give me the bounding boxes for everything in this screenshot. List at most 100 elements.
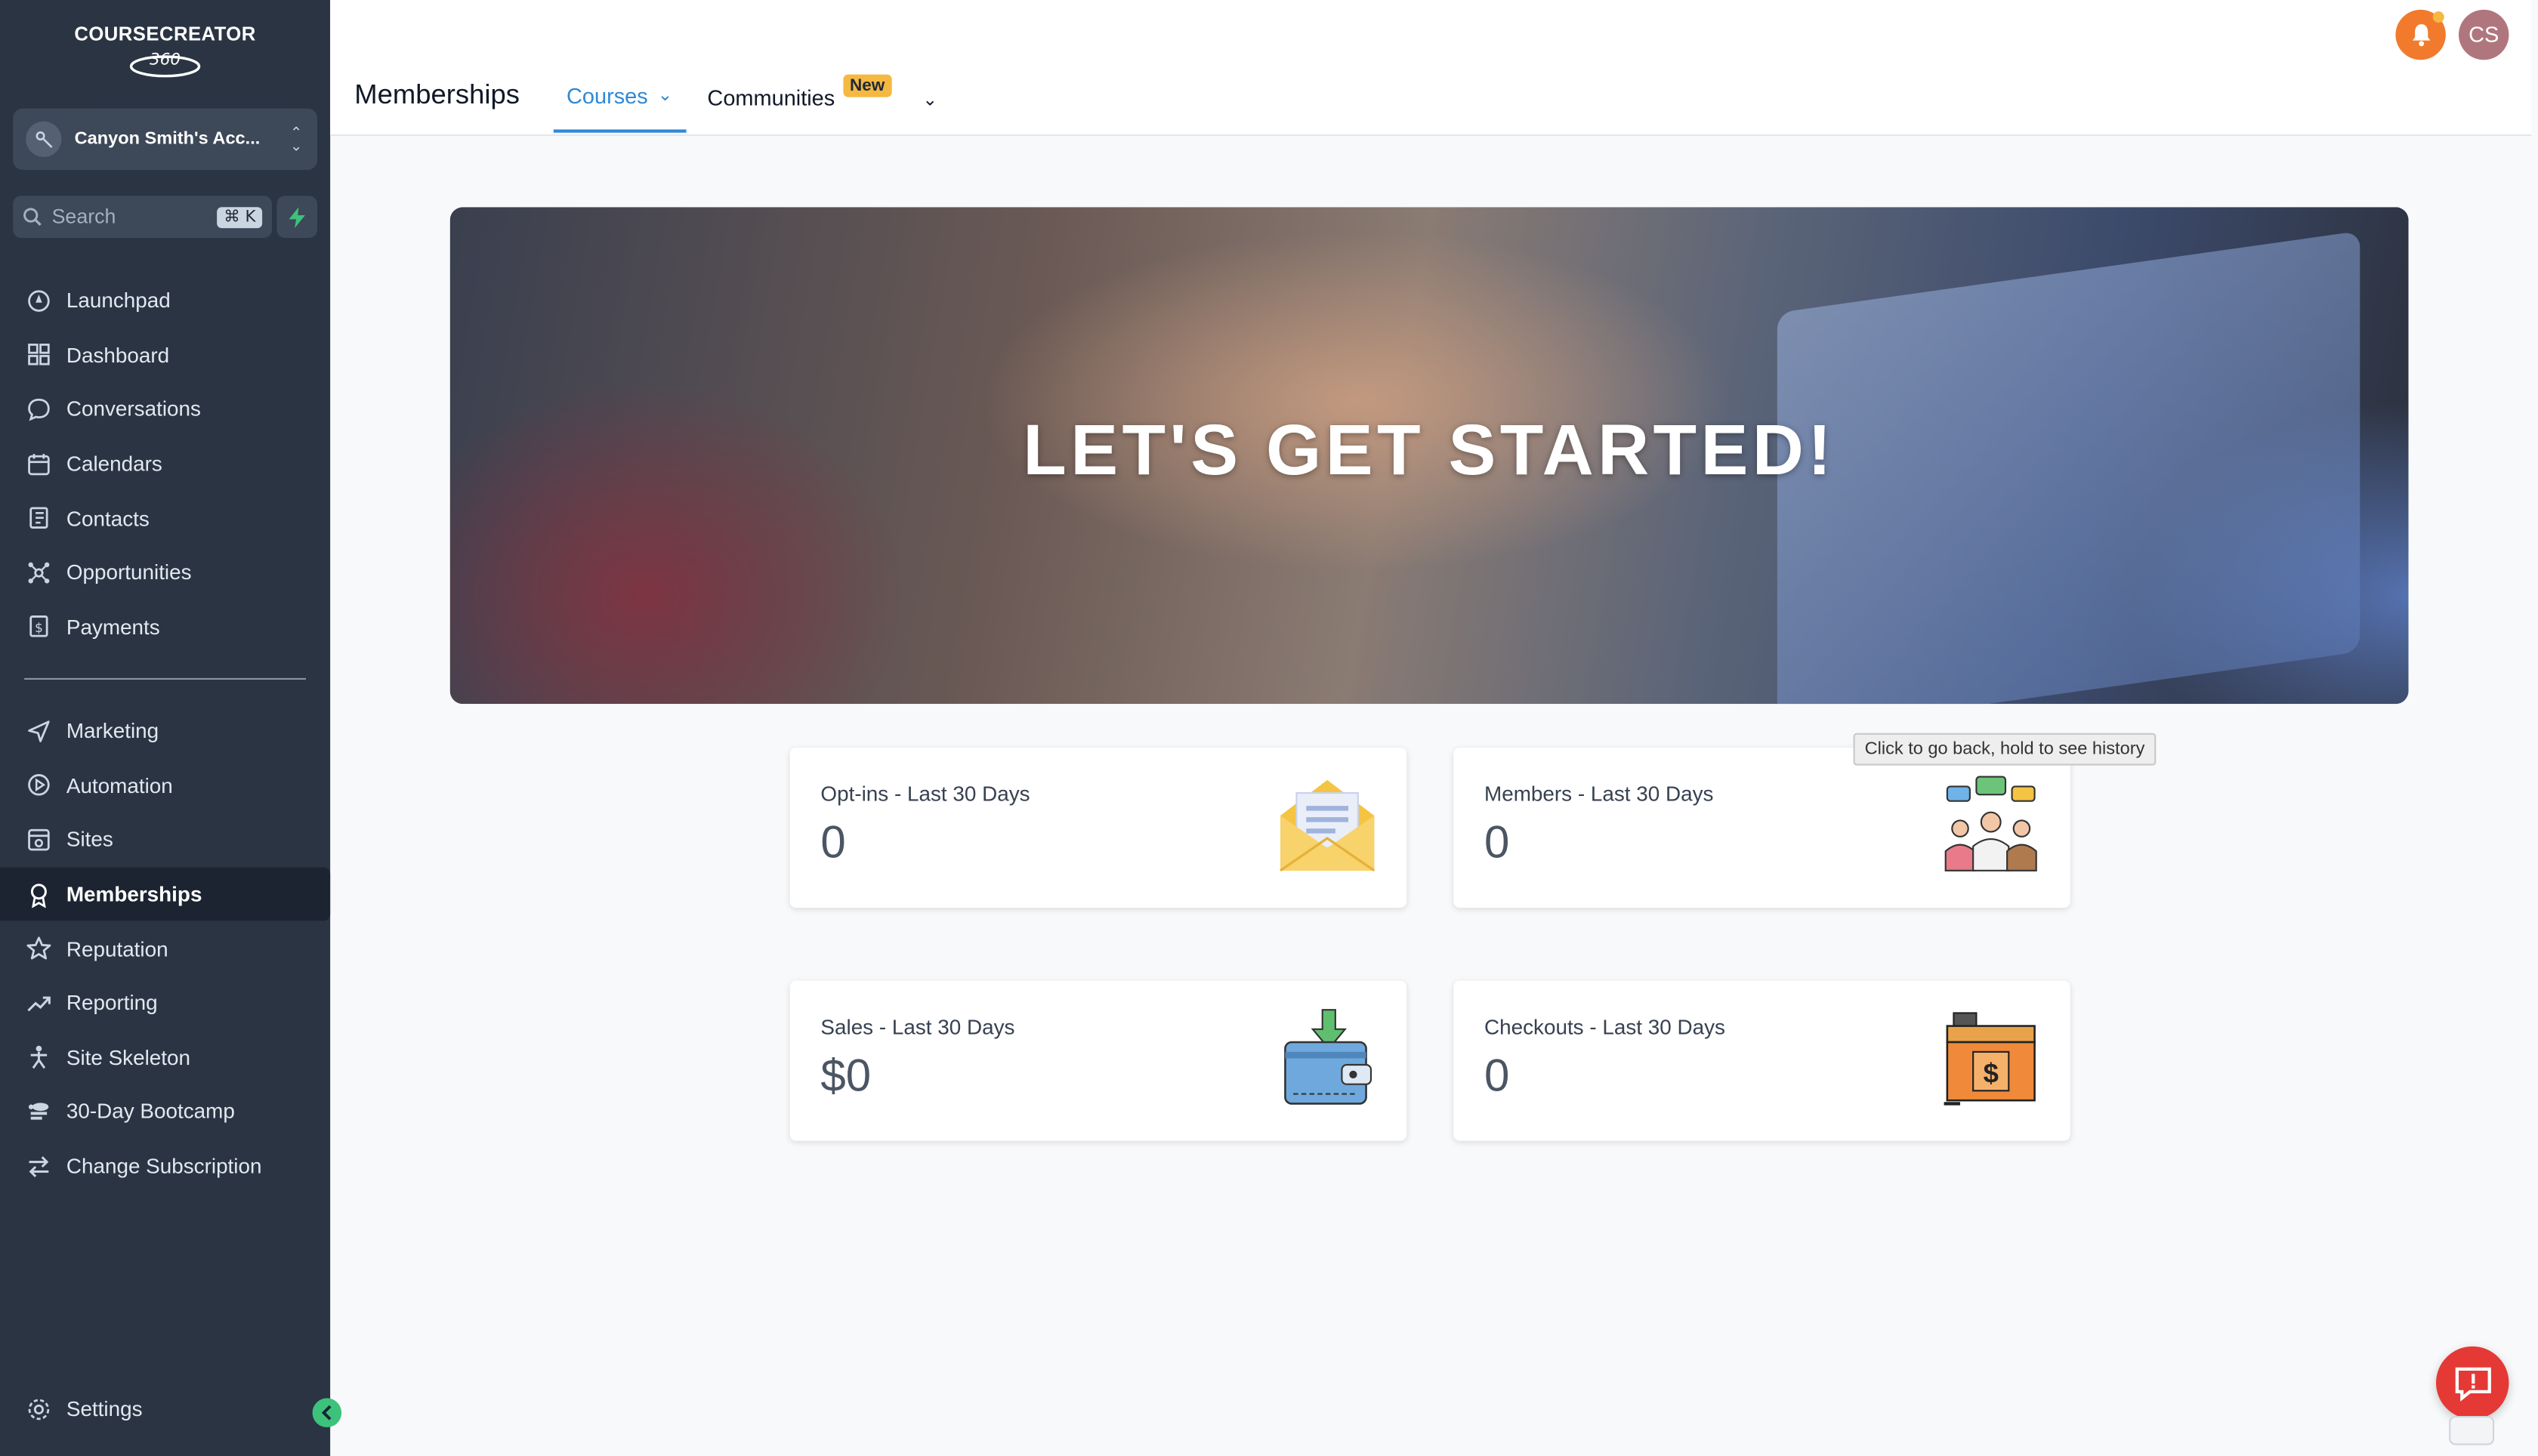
quick-actions-button[interactable] (276, 196, 317, 238)
top-bar: Memberships Courses ⌄ Communities New ⌄ … (330, 0, 2532, 136)
sidebar-item-label: Automation (66, 773, 173, 798)
account-avatar-icon (26, 121, 62, 157)
stat-card-checkouts: Checkouts - Last 30 Days 0 $ (1453, 980, 2070, 1141)
logo-mark-icon: 360 (129, 51, 201, 78)
calendar-icon (24, 449, 54, 479)
new-badge: New (843, 74, 891, 97)
wallet-icon (1284, 1009, 1372, 1105)
envelope-icon (1280, 779, 1376, 872)
sidebar-item-label: Opportunities (66, 560, 192, 585)
sidebar-item-30-day-bootcamp[interactable]: 30-Day Bootcamp (0, 1084, 330, 1139)
scroll-down-button[interactable] (2449, 1416, 2495, 1445)
search-placeholder: Search (51, 205, 116, 229)
sidebar-primary-nav: Launchpad Dashboard Conversations Calendars… (0, 273, 330, 654)
sidebar-item-sites[interactable]: Sites (0, 813, 330, 867)
stat-value: 0 (1484, 1050, 1510, 1101)
automation-icon (24, 771, 54, 800)
tab-label: Courses (567, 84, 648, 109)
help-chat-button[interactable] (2436, 1346, 2509, 1420)
sidebar-item-opportunities[interactable]: Opportunities (0, 545, 330, 600)
sidebar-item-label: Change Subscription (66, 1153, 262, 1179)
members-icon (1944, 776, 2037, 871)
updown-chevron-icon: ⌃ ⌄ (290, 125, 303, 154)
back-history-tooltip: Click to go back, hold to see history (1853, 733, 2157, 766)
stat-value: 0 (1484, 817, 1510, 868)
account-switcher[interactable]: Canyon Smith's Acc... ⌃ ⌄ (13, 108, 318, 170)
sidebar-item-label: Site Skeleton (66, 1044, 191, 1070)
bootcamp-icon (24, 1097, 54, 1127)
send-icon (24, 717, 54, 746)
sidebar-item-label: Launchpad (66, 288, 171, 313)
stat-label: Sales - Last 30 Days (820, 1014, 1015, 1039)
lightning-icon (289, 206, 305, 228)
svg-text:360: 360 (150, 51, 181, 69)
brand-logo[interactable]: COURSECREATOR 360 (0, 23, 330, 78)
star-icon (24, 934, 54, 964)
svg-text:$: $ (1984, 1058, 1999, 1089)
more-tabs-chevron-icon[interactable]: ⌄ (922, 89, 937, 110)
search-shortcut: ⌘ K (217, 206, 263, 228)
sidebar-item-change-subscription[interactable]: Change Subscription (0, 1139, 330, 1193)
sidebar-item-label: Contacts (66, 506, 150, 531)
sidebar-secondary-nav: Marketing Automation Sites Memberships Reput… (0, 704, 331, 1193)
sidebar-item-conversations[interactable]: Conversations (0, 382, 330, 436)
memberships-icon (24, 880, 54, 909)
sidebar-item-label: Conversations (66, 397, 201, 422)
notifications-button[interactable] (2395, 9, 2446, 60)
bell-icon (2411, 24, 2430, 47)
sidebar-item-marketing[interactable]: Marketing (0, 704, 330, 758)
sidebar-item-reporting[interactable]: Reporting (0, 976, 330, 1030)
cash-register-icon: $ (1944, 1012, 2036, 1106)
opportunities-icon (24, 558, 54, 588)
chevron-left-icon (321, 1405, 332, 1421)
stat-label: Checkouts - Last 30 Days (1484, 1014, 1725, 1039)
sidebar-item-contacts[interactable]: Contacts (0, 491, 330, 545)
sidebar-item-label: Memberships (66, 882, 202, 907)
sidebar-item-site-skeleton[interactable]: Site Skeleton (0, 1030, 330, 1084)
sidebar-item-reputation[interactable]: Reputation (0, 921, 330, 976)
trend-icon (24, 989, 54, 1018)
sidebar: COURSECREATOR 360 Canyon Smith's Acc... … (0, 0, 331, 1456)
chat-icon (24, 395, 54, 424)
tab-courses[interactable]: Courses ⌄ (553, 84, 686, 133)
payments-icon: $ (24, 612, 54, 642)
sidebar-item-label: Settings (66, 1396, 143, 1422)
search-icon (23, 208, 42, 226)
sidebar-item-label: Marketing (66, 719, 159, 744)
sidebar-item-label: Calendars (66, 452, 162, 477)
sidebar-item-calendars[interactable]: Calendars (0, 436, 330, 491)
sidebar-item-label: Reporting (66, 990, 158, 1016)
gear-icon (24, 1395, 54, 1424)
sidebar-item-automation[interactable]: Automation (0, 758, 330, 813)
sidebar-divider (24, 677, 307, 680)
sidebar-item-label: Payments (66, 614, 160, 640)
swap-icon (24, 1152, 54, 1181)
launchpad-icon (24, 286, 54, 316)
chevron-down-icon: ⌄ (657, 85, 673, 106)
account-name: Canyon Smith's Acc... (74, 129, 261, 150)
svg-text:$: $ (35, 622, 43, 637)
sidebar-item-label: Sites (66, 828, 113, 853)
search-input[interactable]: Search ⌘ K (13, 196, 273, 238)
sidebar-item-payments[interactable]: $ Payments (0, 600, 330, 654)
sidebar-item-settings[interactable]: Settings (0, 1382, 330, 1436)
sidebar-item-dashboard[interactable]: Dashboard (0, 328, 330, 382)
stat-value: $0 (820, 1050, 872, 1101)
sidebar-item-memberships[interactable]: Memberships (0, 867, 331, 922)
dashboard-icon (24, 341, 54, 370)
sidebar-item-launchpad[interactable]: Launchpad (0, 273, 330, 328)
hero-title: LET'S GET STARTED! (1023, 411, 1836, 491)
stat-card-sales: Sales - Last 30 Days $0 (789, 980, 1407, 1141)
stat-value: 0 (820, 817, 846, 868)
stat-label: Opt-ins - Last 30 Days (820, 782, 1030, 807)
collapse-sidebar-button[interactable] (312, 1398, 342, 1427)
sidebar-item-label: Dashboard (66, 343, 170, 368)
user-avatar[interactable]: CS (2459, 9, 2509, 60)
contacts-icon (24, 504, 54, 533)
sidebar-item-label: Reputation (66, 936, 168, 961)
notification-dot (2432, 11, 2444, 23)
tab-communities[interactable]: Communities (707, 86, 835, 110)
hero-banner: LET'S GET STARTED! (449, 207, 2409, 705)
stat-card-members: Members - Last 30 Days 0 (1453, 747, 2070, 908)
logo-text: COURSECREATOR (74, 23, 256, 45)
